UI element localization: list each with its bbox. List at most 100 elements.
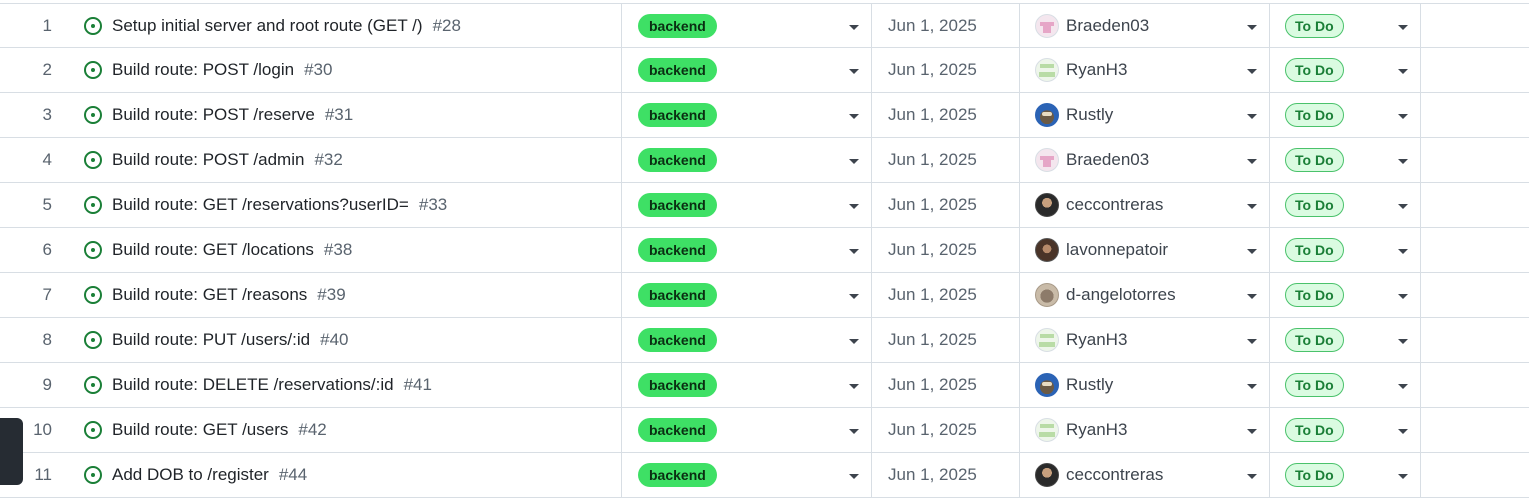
- date-cell[interactable]: Jun 1, 2025: [872, 318, 1020, 362]
- labels-cell[interactable]: backend: [622, 228, 872, 272]
- triangle-down-icon[interactable]: [849, 24, 859, 30]
- triangle-down-icon[interactable]: [1398, 24, 1408, 30]
- table-row[interactable]: 7 Build route: GET /reasons #39 backend …: [0, 273, 1529, 318]
- triangle-down-icon[interactable]: [849, 294, 859, 299]
- status-cell[interactable]: To Do: [1270, 183, 1421, 227]
- status-cell[interactable]: To Do: [1270, 138, 1421, 182]
- table-row[interactable]: 5 Build route: GET /reservations?userID=…: [0, 183, 1529, 228]
- assignee-cell[interactable]: Braeden03: [1020, 4, 1270, 47]
- triangle-down-icon[interactable]: [1247, 204, 1257, 209]
- title-cell[interactable]: Build route: PUT /users/:id #40: [70, 318, 622, 362]
- table-row[interactable]: 4 Build route: POST /admin #32 backend J…: [0, 138, 1529, 183]
- side-panel-handle[interactable]: [0, 418, 23, 485]
- issue-title-link[interactable]: Setup initial server and root route (GET…: [112, 16, 423, 36]
- triangle-down-icon[interactable]: [1398, 69, 1408, 74]
- labels-cell[interactable]: backend: [622, 93, 872, 137]
- date-cell[interactable]: Jun 1, 2025: [872, 273, 1020, 317]
- assignee-cell[interactable]: ceccontreras: [1020, 453, 1270, 497]
- triangle-down-icon[interactable]: [849, 474, 859, 479]
- status-cell[interactable]: To Do: [1270, 273, 1421, 317]
- assignee-cell[interactable]: RyanH3: [1020, 408, 1270, 452]
- triangle-down-icon[interactable]: [1247, 69, 1257, 74]
- title-cell[interactable]: Build route: GET /users #42: [70, 408, 622, 452]
- triangle-down-icon[interactable]: [1247, 114, 1257, 119]
- triangle-down-icon[interactable]: [1398, 474, 1408, 479]
- title-cell[interactable]: Build route: POST /reserve #31: [70, 93, 622, 137]
- status-cell[interactable]: To Do: [1270, 228, 1421, 272]
- labels-cell[interactable]: backend: [622, 318, 872, 362]
- table-row[interactable]: 2 Build route: POST /login #30 backend J…: [0, 48, 1529, 93]
- empty-cell[interactable]: [1421, 273, 1529, 317]
- title-cell[interactable]: Setup initial server and root route (GET…: [70, 4, 622, 47]
- status-cell[interactable]: To Do: [1270, 453, 1421, 497]
- empty-cell[interactable]: [1421, 4, 1529, 47]
- triangle-down-icon[interactable]: [849, 204, 859, 209]
- issue-title-link[interactable]: Build route: POST /reserve: [112, 105, 315, 125]
- issue-title-link[interactable]: Build route: POST /admin: [112, 150, 304, 170]
- issue-title-link[interactable]: Build route: PUT /users/:id: [112, 330, 310, 350]
- labels-cell[interactable]: backend: [622, 273, 872, 317]
- table-row[interactable]: 8 Build route: PUT /users/:id #40 backen…: [0, 318, 1529, 363]
- date-cell[interactable]: Jun 1, 2025: [872, 93, 1020, 137]
- status-cell[interactable]: To Do: [1270, 408, 1421, 452]
- empty-cell[interactable]: [1421, 138, 1529, 182]
- triangle-down-icon[interactable]: [1247, 429, 1257, 434]
- issue-title-link[interactable]: Build route: GET /users: [112, 420, 288, 440]
- empty-cell[interactable]: [1421, 183, 1529, 227]
- triangle-down-icon[interactable]: [1398, 159, 1408, 164]
- triangle-down-icon[interactable]: [1398, 339, 1408, 344]
- labels-cell[interactable]: backend: [622, 183, 872, 227]
- triangle-down-icon[interactable]: [1398, 114, 1408, 119]
- date-cell[interactable]: Jun 1, 2025: [872, 138, 1020, 182]
- issue-title-link[interactable]: Add DOB to /register: [112, 465, 269, 485]
- assignee-cell[interactable]: Rustly: [1020, 363, 1270, 407]
- labels-cell[interactable]: backend: [622, 453, 872, 497]
- empty-cell[interactable]: [1421, 48, 1529, 92]
- empty-cell[interactable]: [1421, 363, 1529, 407]
- status-cell[interactable]: To Do: [1270, 318, 1421, 362]
- triangle-down-icon[interactable]: [1247, 294, 1257, 299]
- triangle-down-icon[interactable]: [1247, 474, 1257, 479]
- table-row[interactable]: 3 Build route: POST /reserve #31 backend…: [0, 93, 1529, 138]
- triangle-down-icon[interactable]: [1247, 159, 1257, 164]
- triangle-down-icon[interactable]: [1247, 249, 1257, 254]
- triangle-down-icon[interactable]: [849, 384, 859, 389]
- triangle-down-icon[interactable]: [1247, 24, 1257, 30]
- labels-cell[interactable]: backend: [622, 4, 872, 47]
- triangle-down-icon[interactable]: [1398, 294, 1408, 299]
- issue-title-link[interactable]: Build route: GET /reservations?userID=: [112, 195, 409, 215]
- status-cell[interactable]: To Do: [1270, 48, 1421, 92]
- date-cell[interactable]: Jun 1, 2025: [872, 183, 1020, 227]
- labels-cell[interactable]: backend: [622, 408, 872, 452]
- status-cell[interactable]: To Do: [1270, 363, 1421, 407]
- empty-cell[interactable]: [1421, 408, 1529, 452]
- triangle-down-icon[interactable]: [849, 114, 859, 119]
- triangle-down-icon[interactable]: [1398, 384, 1408, 389]
- empty-cell[interactable]: [1421, 453, 1529, 497]
- title-cell[interactable]: Add DOB to /register #44: [70, 453, 622, 497]
- status-cell[interactable]: To Do: [1270, 93, 1421, 137]
- table-row[interactable]: 6 Build route: GET /locations #38 backen…: [0, 228, 1529, 273]
- table-row[interactable]: 9 Build route: DELETE /reservations/:id …: [0, 363, 1529, 408]
- triangle-down-icon[interactable]: [849, 249, 859, 254]
- assignee-cell[interactable]: Braeden03: [1020, 138, 1270, 182]
- table-row[interactable]: 10 Build route: GET /users #42 backend J…: [0, 408, 1529, 453]
- assignee-cell[interactable]: d-angelotorres: [1020, 273, 1270, 317]
- issue-title-link[interactable]: Build route: DELETE /reservations/:id: [112, 375, 394, 395]
- triangle-down-icon[interactable]: [1398, 249, 1408, 254]
- issue-title-link[interactable]: Build route: POST /login: [112, 60, 294, 80]
- date-cell[interactable]: Jun 1, 2025: [872, 48, 1020, 92]
- title-cell[interactable]: Build route: POST /login #30: [70, 48, 622, 92]
- table-row[interactable]: 11 Add DOB to /register #44 backend Jun …: [0, 453, 1529, 498]
- title-cell[interactable]: Build route: GET /locations #38: [70, 228, 622, 272]
- date-cell[interactable]: Jun 1, 2025: [872, 228, 1020, 272]
- table-row[interactable]: 1 Setup initial server and root route (G…: [0, 3, 1529, 48]
- title-cell[interactable]: Build route: POST /admin #32: [70, 138, 622, 182]
- labels-cell[interactable]: backend: [622, 363, 872, 407]
- issue-title-link[interactable]: Build route: GET /reasons: [112, 285, 307, 305]
- labels-cell[interactable]: backend: [622, 138, 872, 182]
- status-cell[interactable]: To Do: [1270, 4, 1421, 47]
- triangle-down-icon[interactable]: [849, 69, 859, 74]
- assignee-cell[interactable]: Rustly: [1020, 93, 1270, 137]
- triangle-down-icon[interactable]: [1398, 429, 1408, 434]
